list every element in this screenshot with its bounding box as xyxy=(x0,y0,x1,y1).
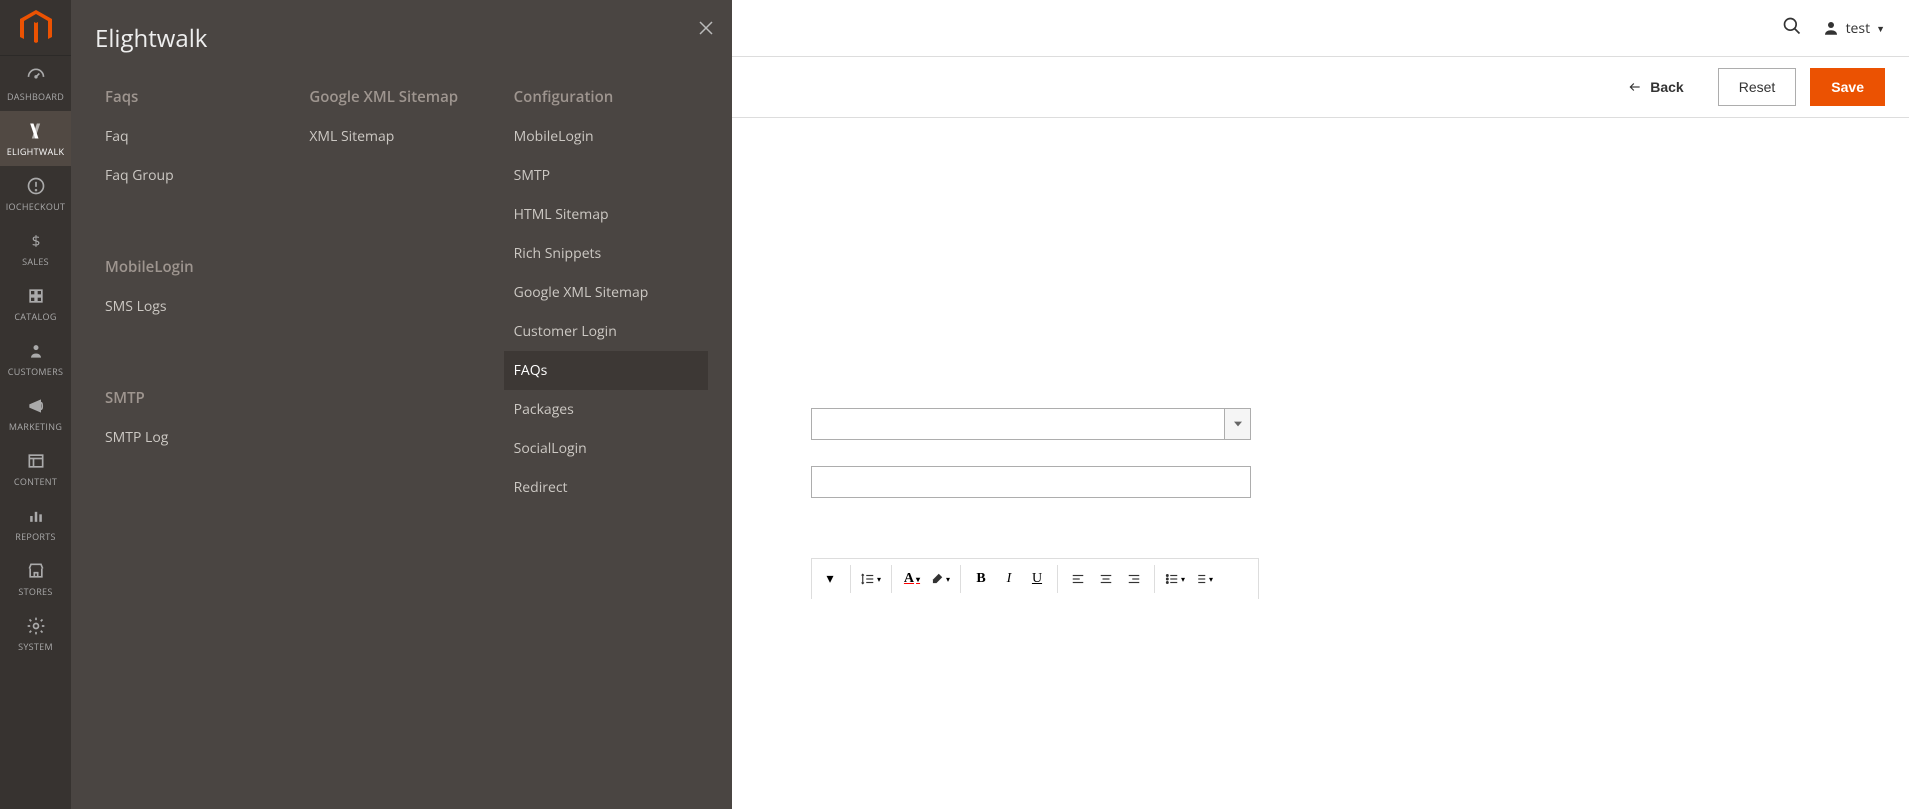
nav-label: STORES xyxy=(18,585,52,598)
chevron-down-icon[interactable] xyxy=(1225,408,1251,440)
svg-text:$: $ xyxy=(31,231,40,251)
flyout-col-3: Configuration MobileLogin SMTP HTML Site… xyxy=(504,87,708,507)
iocheckout-icon xyxy=(26,176,46,196)
section-heading-mobilelogin: MobileLogin xyxy=(95,257,299,277)
nav-catalog[interactable]: CATALOG xyxy=(0,276,71,331)
flyout-link-config-html-sitemap[interactable]: HTML Sitemap xyxy=(504,195,708,234)
search-icon[interactable] xyxy=(1782,16,1802,41)
flyout-link-sms-logs[interactable]: SMS Logs xyxy=(95,287,299,326)
nav-label: REPORTS xyxy=(15,530,56,543)
flyout-title: Elightwalk xyxy=(95,22,708,55)
customers-icon xyxy=(26,341,46,361)
nav-label: DASHBOARD xyxy=(7,90,64,103)
chevron-down-icon: ▼ xyxy=(1876,22,1885,35)
align-center-icon[interactable] xyxy=(1092,565,1120,593)
text-input[interactable] xyxy=(811,466,1251,498)
section-heading-configuration: Configuration xyxy=(504,87,708,107)
flyout-link-config-smtp[interactable]: SMTP xyxy=(504,156,708,195)
nav-dashboard[interactable]: DASHBOARD xyxy=(0,56,71,111)
dropdown-icon[interactable]: ▾ xyxy=(816,565,844,593)
reset-label: Reset xyxy=(1739,79,1776,95)
nav-content[interactable]: CONTENT xyxy=(0,441,71,496)
flyout-link-config-sociallogin[interactable]: SocialLogin xyxy=(504,429,708,468)
nav-marketing[interactable]: MARKETING xyxy=(0,386,71,441)
content-icon xyxy=(26,451,46,471)
admin-left-nav: DASHBOARD ELIGHTWALK IOCHECKOUT $ SALES … xyxy=(0,0,71,809)
flyout-col-2: Google XML Sitemap XML Sitemap xyxy=(299,87,503,507)
marketing-icon xyxy=(26,396,46,416)
section-heading-faqs: Faqs xyxy=(95,87,299,107)
user-icon xyxy=(1822,19,1840,37)
back-label: Back xyxy=(1650,79,1683,95)
flyout-link-xml-sitemap[interactable]: XML Sitemap xyxy=(299,117,503,156)
stores-icon xyxy=(26,561,46,581)
nav-customers[interactable]: CUSTOMERS xyxy=(0,331,71,386)
dashboard-icon xyxy=(26,66,46,86)
nav-sales[interactable]: $ SALES xyxy=(0,221,71,276)
text-color-icon[interactable]: A▾ xyxy=(898,565,926,593)
back-button[interactable]: Back xyxy=(1608,69,1703,105)
flyout-col-1: Faqs Faq Faq Group MobileLogin SMS Logs … xyxy=(95,87,299,507)
flyout-link-config-redirect[interactable]: Redirect xyxy=(504,468,708,507)
select-field[interactable] xyxy=(811,408,1251,440)
nav-elightwalk[interactable]: ELIGHTWALK xyxy=(0,111,71,166)
align-left-icon[interactable] xyxy=(1064,565,1092,593)
section-heading-google-xml-sitemap: Google XML Sitemap xyxy=(299,87,503,107)
form-row-text xyxy=(811,466,1885,498)
close-icon[interactable] xyxy=(698,18,714,42)
flyout-link-config-google-xml-sitemap[interactable]: Google XML Sitemap xyxy=(504,273,708,312)
nav-stores[interactable]: STORES xyxy=(0,551,71,606)
sales-icon: $ xyxy=(26,231,46,251)
flyout-link-config-packages[interactable]: Packages xyxy=(504,390,708,429)
underline-button[interactable]: U xyxy=(1023,565,1051,593)
nav-label: CATALOG xyxy=(14,310,56,323)
nav-label: ELIGHTWALK xyxy=(7,145,65,158)
wysiwyg-toolbar: ▾ ▾ A▾ ▾ B I U xyxy=(811,558,1259,599)
flyout-link-config-mobilelogin[interactable]: MobileLogin xyxy=(504,117,708,156)
elightwalk-flyout: Elightwalk Faqs Faq Faq Group MobileLogi… xyxy=(71,0,732,809)
form-row-select xyxy=(811,408,1885,440)
align-right-icon[interactable] xyxy=(1120,565,1148,593)
reports-icon xyxy=(26,506,46,526)
flyout-link-config-rich-snippets[interactable]: Rich Snippets xyxy=(504,234,708,273)
system-icon xyxy=(26,616,46,636)
elightwalk-icon xyxy=(26,121,46,141)
nav-system[interactable]: SYSTEM xyxy=(0,606,71,661)
select-input[interactable] xyxy=(811,408,1225,440)
flyout-link-config-faqs[interactable]: FAQs xyxy=(504,351,708,390)
nav-reports[interactable]: REPORTS xyxy=(0,496,71,551)
highlight-color-icon[interactable]: ▾ xyxy=(926,565,954,593)
reset-button[interactable]: Reset xyxy=(1718,68,1797,106)
italic-button[interactable]: I xyxy=(995,565,1023,593)
line-height-icon[interactable]: ▾ xyxy=(857,565,885,593)
nav-label: MARKETING xyxy=(9,420,62,433)
flyout-link-faq-group[interactable]: Faq Group xyxy=(95,156,299,195)
save-label: Save xyxy=(1831,79,1864,95)
catalog-icon xyxy=(26,286,46,306)
ordered-list-icon[interactable]: ▾ xyxy=(1189,565,1217,593)
section-heading-smtp: SMTP xyxy=(95,388,299,408)
magento-logo[interactable] xyxy=(0,0,71,56)
flyout-link-config-customer-login[interactable]: Customer Login xyxy=(504,312,708,351)
flyout-link-faq[interactable]: Faq xyxy=(95,117,299,156)
bold-button[interactable]: B xyxy=(967,565,995,593)
unordered-list-icon[interactable]: ▾ xyxy=(1161,565,1189,593)
form-area: ▾ ▾ A▾ ▾ B I U xyxy=(691,118,1909,599)
nav-label: SYSTEM xyxy=(18,640,53,653)
flyout-link-smtp-log[interactable]: SMTP Log xyxy=(95,418,299,457)
nav-label: CUSTOMERS xyxy=(8,365,63,378)
nav-label: CONTENT xyxy=(14,475,57,488)
nav-label: SALES xyxy=(22,255,49,268)
arrow-left-icon xyxy=(1628,80,1642,94)
user-label: test xyxy=(1846,19,1871,38)
nav-iocheckout[interactable]: IOCHECKOUT xyxy=(0,166,71,221)
nav-label: IOCHECKOUT xyxy=(6,200,66,213)
save-button[interactable]: Save xyxy=(1810,68,1885,106)
user-menu[interactable]: test ▼ xyxy=(1822,19,1885,38)
